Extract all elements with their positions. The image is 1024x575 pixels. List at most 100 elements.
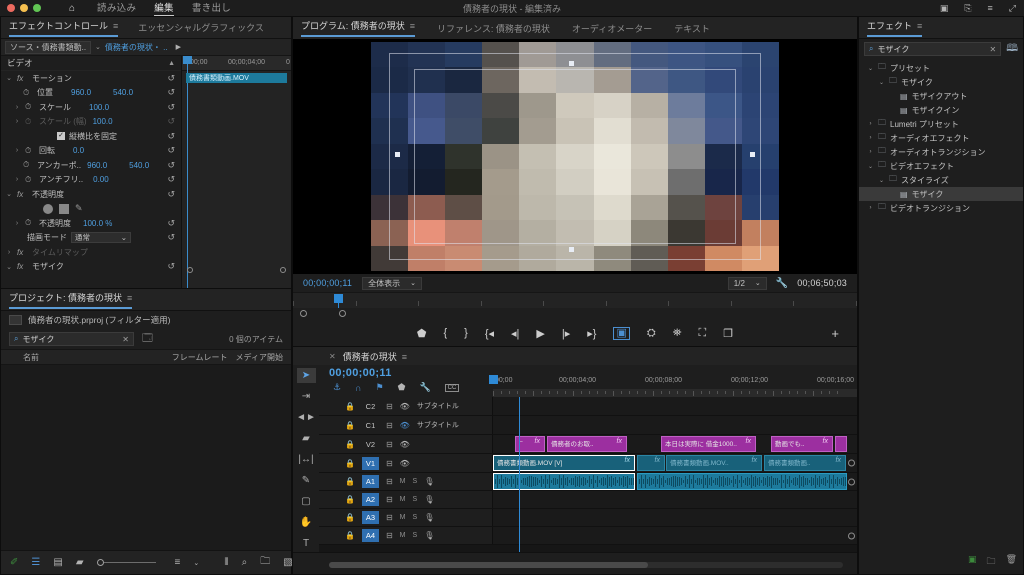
reset-icon[interactable]: ↺ <box>167 87 175 98</box>
ellipse-mask-icon[interactable] <box>43 203 53 214</box>
property-time-remapping[interactable]: › fx タイムリマップ <box>1 245 181 260</box>
track-lock-icon[interactable]: 🔒 <box>345 513 355 522</box>
project-item-list[interactable] <box>1 365 291 550</box>
scale-value[interactable]: 100.0 <box>89 103 127 112</box>
twirl-icon[interactable]: ⌄ <box>5 190 13 198</box>
timeline-clip[interactable]: fx <box>637 455 665 471</box>
slip-tool[interactable]: ▢ <box>297 494 316 509</box>
go-to-out-icon[interactable]: ▸} <box>587 327 596 340</box>
track-record-icon[interactable]: 🎙 <box>424 495 434 504</box>
track-targeting-icon[interactable]: ⊟ <box>386 421 393 430</box>
effect-controls-ruler[interactable]: 00;00 00;00;04;00 0 <box>182 56 291 71</box>
reset-icon[interactable]: ↺ <box>167 73 175 84</box>
track-lock-icon[interactable]: 🔒 <box>345 421 355 430</box>
effects-tree-item[interactable]: › 🗀 ビデオトランジション <box>859 201 1023 215</box>
panel-menu-icon[interactable]: ≡ <box>410 21 415 31</box>
track-mute-icon[interactable]: M <box>400 532 406 539</box>
captions-icon[interactable]: CC <box>444 383 460 392</box>
track-mute-icon[interactable]: M <box>400 514 406 521</box>
track-header-c2[interactable]: 🔒 C2 ⊟ 👁 サブタイトル <box>319 397 493 415</box>
timeline-ruler[interactable]: ;00;00 00;00;04;00 00;00;08;00 00;00;12;… <box>493 375 857 397</box>
tab-effect-controls[interactable]: エフェクトコントロール ≡ <box>9 19 119 37</box>
hand-tool[interactable]: ✋ <box>297 515 316 530</box>
effects-tree-item[interactable]: › 🗀 Lumetri プリセット <box>859 117 1023 131</box>
opacity-value[interactable]: 100.0 % <box>83 219 129 228</box>
track-content-a3[interactable] <box>493 509 857 526</box>
reset-icon[interactable]: ↺ <box>167 261 175 272</box>
timeline-clip[interactable]: 本日は実際に 借金1000.. fx <box>661 436 756 452</box>
effect-controls-playhead[interactable] <box>183 56 192 292</box>
column-name[interactable]: 名前 <box>1 352 39 363</box>
tab-text[interactable]: テキスト <box>674 22 710 35</box>
razor-tool[interactable]: ✎ <box>297 473 316 488</box>
track-targeting-icon[interactable]: ⊟ <box>386 440 393 449</box>
track-solo-icon[interactable]: S <box>413 532 418 539</box>
twirl-icon[interactable]: ⌄ <box>5 263 13 271</box>
new-preset-icon[interactable]: ▣ <box>968 554 977 570</box>
twirl-icon[interactable]: ⌄ <box>878 177 885 184</box>
anchor-x-value[interactable]: 960.0 <box>87 161 125 170</box>
icon-view-icon[interactable]: ▤ <box>53 557 62 568</box>
stopwatch-icon[interactable]: ⏱ <box>23 88 33 98</box>
property-scale-width[interactable]: › ⏱ スケール (幅) 100.0 ↺ <box>1 115 181 130</box>
track-record-icon[interactable]: 🎙 <box>424 477 434 486</box>
effects-tree-item[interactable]: ▤ モザイク <box>859 187 1023 201</box>
linked-selection-icon[interactable]: ∩ <box>355 383 361 393</box>
source-clip-dropdown[interactable]: ソース・債務書類動.. <box>5 40 92 54</box>
track-name-a4[interactable]: A4 <box>361 529 379 542</box>
rectangle-mask-icon[interactable] <box>59 203 69 214</box>
track-lock-icon[interactable]: 🔒 <box>345 402 355 411</box>
track-lock-icon[interactable]: 🔒 <box>345 459 355 468</box>
property-anti-flicker[interactable]: › ⏱ アンチフリ.. 0.00 ↺ <box>1 173 181 188</box>
fullscreen-icon[interactable]: ⤢ <box>1009 3 1016 14</box>
track-name-a2[interactable]: A2 <box>361 493 379 506</box>
ripple-edit-tool[interactable]: ◄► <box>296 410 316 425</box>
uniform-scale-checkbox[interactable]: ✓ <box>57 132 65 141</box>
twirl-icon[interactable]: › <box>13 118 21 125</box>
property-scale[interactable]: › ⏱ スケール 100.0 ↺ <box>1 100 181 115</box>
play-icon[interactable]: ▶ <box>536 327 544 340</box>
selection-tool[interactable]: ➤ <box>296 368 316 383</box>
twirl-icon[interactable]: › <box>867 205 874 211</box>
tab-reference-monitor[interactable]: リファレンス: 債務者の現状 <box>437 22 550 35</box>
program-monitor-scrollbar[interactable] <box>293 308 857 320</box>
track-name-v1[interactable]: V1 <box>361 456 379 470</box>
transform-handle-bottom[interactable] <box>569 247 574 252</box>
track-targeting-icon[interactable]: ⊟ <box>386 495 393 504</box>
snap-icon[interactable]: ⚓ <box>333 382 341 393</box>
new-bin-icon[interactable]: 🗀 <box>260 554 270 571</box>
effects-tree-item[interactable]: › 🗀 オーディオトランジション <box>859 145 1023 159</box>
trash-icon[interactable]: 🗑 <box>1006 554 1017 570</box>
track-record-icon[interactable]: 🎙 <box>424 531 434 540</box>
panel-menu-icon[interactable]: ≡ <box>917 21 922 31</box>
effects-tree-item[interactable]: ⌄ 🗀 ビデオエフェクト <box>859 159 1023 173</box>
project-file-row[interactable]: 債務者の現状.prproj (フィルター適用) <box>1 311 291 329</box>
track-solo-icon[interactable]: S <box>413 514 418 521</box>
track-end-handle[interactable] <box>848 478 855 485</box>
lift-icon[interactable]: ▣ <box>613 326 630 340</box>
reset-icon[interactable]: ↺ <box>167 174 175 185</box>
track-targeting-icon[interactable]: ⊟ <box>386 531 393 540</box>
position-x-value[interactable]: 960.0 <box>71 88 109 97</box>
zoom-handle-right[interactable] <box>339 310 346 317</box>
twirl-icon[interactable]: › <box>5 249 13 256</box>
track-name-c2[interactable]: C2 <box>362 400 379 413</box>
video-section-header[interactable]: ビデオ ▲ <box>1 56 181 71</box>
track-header-a1[interactable]: 🔒 A1 ⊟ M S 🎙 <box>319 473 493 490</box>
track-content-a2[interactable] <box>493 491 857 508</box>
track-header-a4[interactable]: 🔒 A4 ⊟ M S 🎙 <box>319 527 493 544</box>
twirl-icon[interactable]: › <box>13 220 21 227</box>
timeline-clip[interactable] <box>637 473 847 490</box>
rate-stretch-tool[interactable]: |↔| <box>297 452 316 467</box>
close-tab-icon[interactable]: ✕ <box>329 352 336 361</box>
timeline-horizontal-scrollbar[interactable] <box>329 562 843 568</box>
export-icon[interactable]: ⎘ <box>964 3 971 14</box>
reset-icon[interactable]: ↺ <box>167 218 175 229</box>
panel-menu-icon[interactable]: ≡ <box>113 21 118 31</box>
timeline-track-a2[interactable]: 🔒 A2 ⊟ M S 🎙 <box>319 491 857 509</box>
effects-tree-item[interactable]: ⌄ 🗀 プリセット <box>859 61 1023 75</box>
twirl-icon[interactable]: ⌄ <box>878 79 885 86</box>
track-record-icon[interactable]: 🎙 <box>424 513 434 522</box>
tab-project[interactable]: プロジェクト: 債務者の現状 ≡ <box>9 291 133 309</box>
stopwatch-icon[interactable]: ⏱ <box>25 218 35 228</box>
